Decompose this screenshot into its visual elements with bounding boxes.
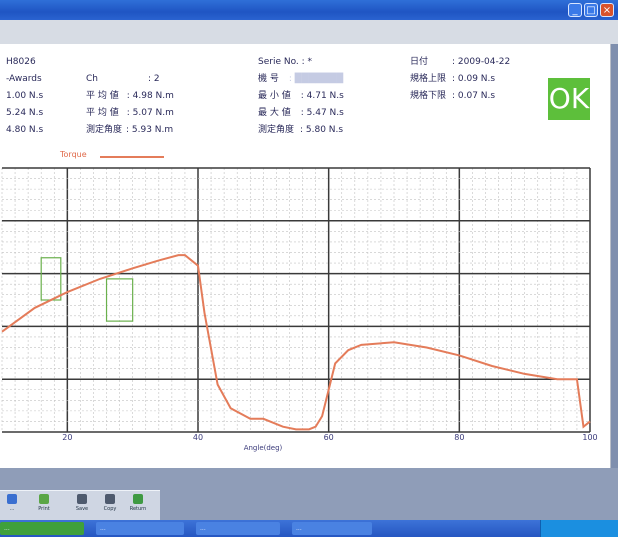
minimize-icon[interactable]: _ bbox=[568, 3, 582, 17]
x-axis-label: Angle(deg) bbox=[244, 444, 283, 452]
torque-series-line bbox=[1, 254, 591, 431]
bottom-toolbar: ... Print Save Copy Return bbox=[0, 490, 160, 521]
taskbar-task-3[interactable]: ... bbox=[292, 522, 372, 535]
toolbar-save-button[interactable]: Save bbox=[72, 493, 92, 519]
toolbar-print-button[interactable]: Print bbox=[34, 493, 54, 519]
print-icon bbox=[39, 494, 49, 504]
chart-markers bbox=[40, 257, 134, 322]
limit-window-marker bbox=[40, 257, 62, 301]
x-tick-label: 60 bbox=[324, 433, 334, 442]
menu-strip bbox=[0, 20, 618, 44]
chart-grid bbox=[1, 167, 591, 433]
report-canvas: H8026 -Awards 1.00 N.s 5.24 N.s 4.80 N.s… bbox=[0, 44, 611, 468]
save-icon bbox=[77, 494, 87, 504]
system-tray bbox=[540, 520, 618, 537]
x-tick-labels: 20 40 60 80 100 bbox=[62, 433, 597, 442]
return-icon bbox=[133, 494, 143, 504]
x-tick-label: 80 bbox=[454, 433, 464, 442]
maximize-icon[interactable]: □ bbox=[584, 3, 598, 17]
toolbar-print-label: Print bbox=[38, 506, 50, 512]
torque-chart: 20 40 60 80 100 Angle(deg) bbox=[1, 167, 598, 452]
x-tick-label: 40 bbox=[193, 433, 203, 442]
taskbar-task-1[interactable]: ... bbox=[96, 522, 184, 535]
taskbar-task-2[interactable]: ... bbox=[196, 522, 280, 535]
info-icon bbox=[7, 494, 17, 504]
toolbar-return-label: Return bbox=[129, 506, 147, 512]
toolbar-copy-button[interactable]: Copy bbox=[100, 493, 120, 519]
toolbar-save-label: Save bbox=[75, 506, 89, 512]
start-button[interactable]: ... bbox=[0, 522, 84, 535]
x-tick-label: 100 bbox=[582, 433, 597, 442]
toolbar-info-label: ... bbox=[9, 506, 15, 512]
toolbar-info-button[interactable]: ... bbox=[2, 493, 22, 519]
window-titlebar: _ □ × bbox=[0, 0, 618, 20]
toolbar-copy-label: Copy bbox=[103, 506, 117, 512]
os-taskbar: ... ... ... ... bbox=[0, 520, 618, 537]
toolbar-return-button[interactable]: Return bbox=[128, 493, 148, 519]
x-tick-label: 20 bbox=[62, 433, 72, 442]
close-icon[interactable]: × bbox=[600, 3, 614, 17]
copy-icon bbox=[105, 494, 115, 504]
